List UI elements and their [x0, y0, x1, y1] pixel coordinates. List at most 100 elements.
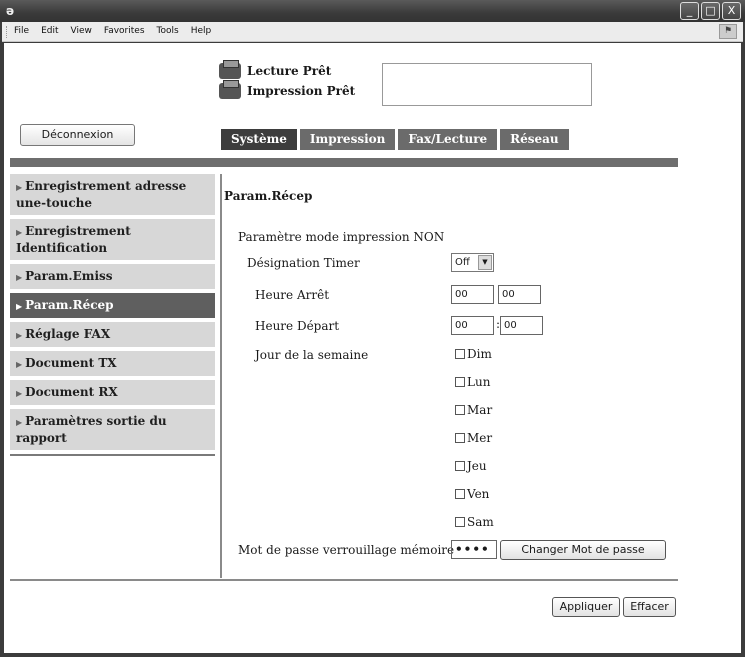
minimize-button[interactable]: _: [680, 2, 699, 20]
menu-bar: File Edit View Favorites Tools Help ⚑: [2, 22, 743, 42]
sidebar-item-label: Enregistrement adresse une-touche: [16, 179, 187, 210]
sidebar: ▶ Enregistrement adresse une-touche ▶ Enre…: [10, 174, 215, 456]
checkbox[interactable]: [455, 377, 465, 387]
menu-file[interactable]: File: [14, 26, 29, 36]
apply-button[interactable]: Appliquer: [552, 597, 620, 617]
arrow-icon: ▶: [16, 388, 23, 398]
menu-tools[interactable]: Tools: [157, 26, 179, 36]
sidebar-item-param-recep[interactable]: ▶ Param.Récep: [10, 293, 215, 318]
browser-icon: ə: [6, 4, 15, 18]
sidebar-item-adresse[interactable]: ▶ Enregistrement adresse une-touche: [10, 174, 215, 215]
stop-minute-input[interactable]: 00: [498, 285, 541, 304]
clear-button[interactable]: Effacer: [623, 597, 676, 617]
day-label: Mar: [467, 403, 493, 417]
day-checkbox-mar[interactable]: Mar: [455, 403, 492, 417]
day-label: Lun: [467, 375, 491, 389]
start-minute-input[interactable]: 00: [500, 316, 543, 335]
checkbox[interactable]: [455, 489, 465, 499]
title-bar: ə _ □ X: [0, 0, 745, 22]
print-status-text: Impression Prêt: [247, 84, 356, 98]
maximize-button[interactable]: □: [701, 2, 720, 20]
print-status: Impression Prêt: [219, 80, 356, 101]
menu-grip: [6, 26, 8, 38]
day-label: Dim: [467, 347, 492, 361]
arrow-icon: ▶: [16, 227, 23, 237]
page-title: Param.Récep: [224, 189, 313, 203]
sidebar-item-label: Paramètres sortie du rapport: [16, 414, 167, 445]
logout-button[interactable]: Déconnexion: [20, 124, 135, 146]
close-button[interactable]: X: [722, 2, 741, 20]
message-box: [382, 63, 592, 106]
checkbox[interactable]: [455, 461, 465, 471]
scanner-icon: [219, 60, 241, 79]
scan-status: Lecture Prêt: [219, 60, 355, 81]
sidebar-item-label: Param.Emiss: [25, 269, 113, 283]
tab-fax-lecture[interactable]: Fax/Lecture: [398, 129, 498, 150]
sidebar-item-identification[interactable]: ▶ Enregistrement Identification: [10, 219, 215, 260]
header-divider: [10, 158, 678, 167]
day-label: Jeu: [467, 459, 487, 473]
day-label: Ven: [467, 487, 490, 501]
main-tabs: Système Impression Fax/Lecture Réseau: [221, 129, 569, 150]
password-field[interactable]: ••••: [451, 540, 497, 559]
day-checkbox-sam[interactable]: Sam: [455, 515, 494, 529]
browser-window: ə _ □ X File Edit View Favorites Tools H…: [0, 0, 745, 657]
sidebar-item-label: Réglage FAX: [25, 327, 111, 341]
arrow-icon: ▶: [16, 359, 23, 369]
sidebar-item-label: Document RX: [25, 385, 118, 399]
arrow-icon: ▶: [16, 301, 23, 311]
weekday-label: Jour de la semaine: [255, 348, 369, 362]
sidebar-item-rapport[interactable]: ▶ Paramètres sortie du rapport: [10, 409, 215, 450]
device-status: Lecture Prêt Impression Prêt: [219, 60, 356, 101]
arrow-icon: ▶: [16, 182, 23, 192]
menu-edit[interactable]: Edit: [41, 26, 58, 36]
chevron-down-icon: ▼: [478, 255, 492, 270]
stop-time-label: Heure Arrêt: [255, 288, 330, 302]
tab-systeme[interactable]: Système: [221, 129, 297, 150]
tab-impression[interactable]: Impression: [299, 129, 396, 150]
sidebar-item-label: Enregistrement Identification: [16, 224, 131, 255]
menu-items: File Edit View Favorites Tools Help: [14, 26, 211, 36]
day-checkbox-ven[interactable]: Ven: [455, 487, 489, 501]
checkbox[interactable]: [455, 517, 465, 527]
printer-icon: [219, 80, 241, 99]
day-checkbox-mer[interactable]: Mer: [455, 431, 492, 445]
sidebar-item-document-tx[interactable]: ▶ Document TX: [10, 351, 215, 376]
menu-help[interactable]: Help: [191, 26, 212, 36]
password-label: Mot de passe verrouillage mémoire: [238, 543, 455, 557]
day-label: Sam: [467, 515, 494, 529]
sidebar-item-document-rx[interactable]: ▶ Document RX: [10, 380, 215, 405]
timer-select[interactable]: Off ▼: [451, 253, 494, 272]
day-checkbox-lun[interactable]: Lun: [455, 375, 490, 389]
timer-label: Désignation Timer: [247, 256, 360, 270]
sidebar-item-label: Param.Récep: [25, 298, 114, 312]
footer-divider: [10, 579, 678, 581]
checkbox[interactable]: [455, 433, 465, 443]
checkbox[interactable]: [455, 349, 465, 359]
change-password-button[interactable]: Changer Mot de passe: [500, 540, 666, 560]
sidebar-item-label: Document TX: [25, 356, 117, 370]
content-divider: [220, 174, 222, 578]
page-content: Lecture Prêt Impression Prêt Déconnexion…: [4, 43, 741, 653]
day-checkbox-dim[interactable]: Dim: [455, 347, 492, 361]
day-label: Mer: [467, 431, 493, 445]
day-checkbox-jeu[interactable]: Jeu: [455, 459, 487, 473]
section-title: Paramètre mode impression NON: [238, 230, 445, 244]
sidebar-item-param-emiss[interactable]: ▶ Param.Emiss: [10, 264, 215, 289]
timer-value: Off: [455, 257, 470, 268]
start-time-label: Heure Départ: [255, 319, 340, 333]
scan-status-text: Lecture Prêt: [247, 64, 332, 78]
menu-view[interactable]: View: [71, 26, 92, 36]
start-hour-input[interactable]: 00: [451, 316, 494, 335]
arrow-icon: ▶: [16, 330, 23, 340]
windows-logo-icon: ⚑: [719, 24, 737, 39]
menu-favorites[interactable]: Favorites: [104, 26, 145, 36]
sidebar-divider: [10, 454, 215, 456]
stop-hour-input[interactable]: 00: [451, 285, 494, 304]
checkbox[interactable]: [455, 405, 465, 415]
window-controls: _ □ X: [680, 2, 741, 20]
sidebar-item-reglage-fax[interactable]: ▶ Réglage FAX: [10, 322, 215, 347]
arrow-icon: ▶: [16, 417, 23, 427]
arrow-icon: ▶: [16, 272, 23, 282]
tab-reseau[interactable]: Réseau: [500, 129, 569, 150]
